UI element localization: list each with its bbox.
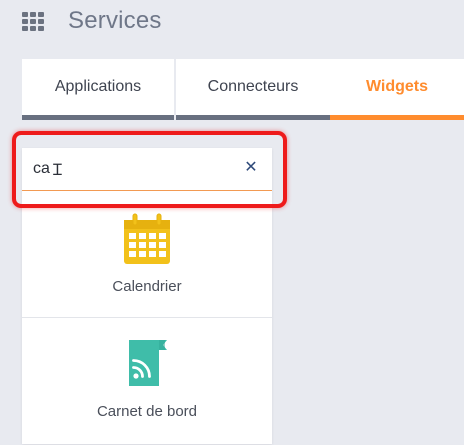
result-item-carnet-de-bord[interactable]: Carnet de bord	[22, 317, 272, 445]
tab-bar: Applications Connecteurs Widgets	[22, 59, 464, 120]
tab-applications[interactable]: Applications	[22, 59, 174, 120]
result-label: Carnet de bord	[96, 403, 198, 420]
search-input[interactable]	[33, 156, 233, 182]
text-cursor-icon: Ɪ	[53, 160, 62, 179]
page-title: Services	[68, 7, 162, 34]
close-icon[interactable]: ✕	[243, 160, 259, 176]
result-item-calendrier[interactable]: Calendrier	[22, 210, 272, 317]
search-bar: Ɪ ✕	[22, 148, 272, 192]
page-header: Services	[22, 6, 162, 36]
tab-widgets[interactable]: Widgets	[330, 59, 464, 120]
widget-search-panel: Ɪ ✕ Calendrier	[22, 148, 272, 444]
tab-connecteurs[interactable]: Connecteurs	[176, 59, 330, 120]
search-underline	[22, 190, 272, 191]
calendar-icon	[122, 212, 172, 271]
feed-book-icon	[123, 338, 171, 393]
grid-menu-icon[interactable]	[22, 12, 44, 31]
result-label: Calendrier	[112, 278, 182, 295]
